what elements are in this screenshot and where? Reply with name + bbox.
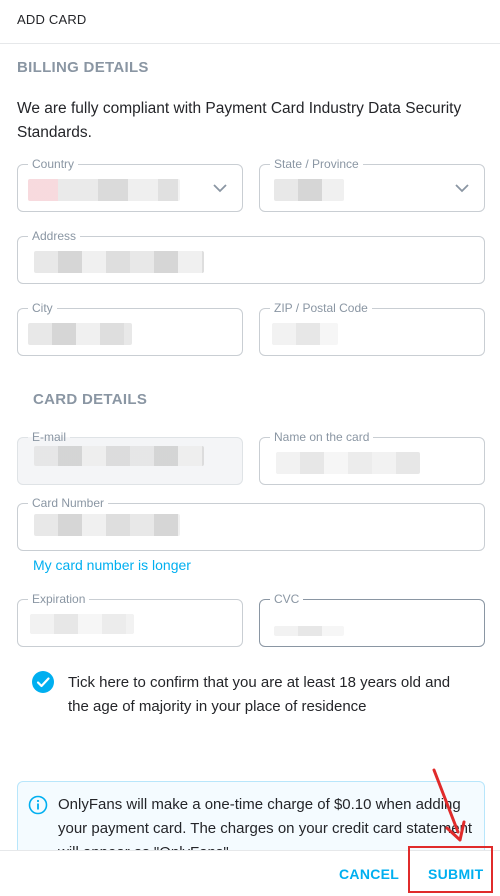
city-value-redacted (28, 323, 132, 345)
card-section-title: CARD DETAILS (33, 391, 148, 408)
dialog-header: ADD CARD (0, 0, 500, 44)
country-select[interactable]: Country (17, 157, 243, 212)
address-value-redacted (34, 251, 204, 273)
name-on-card-label: Name on the card (270, 430, 374, 444)
cvc-label: CVC (270, 592, 304, 606)
card-number-field[interactable]: Card Number (17, 496, 485, 551)
state-value-redacted (274, 179, 344, 201)
country-value-redacted (28, 179, 180, 201)
billing-section-title: BILLING DETAILS (17, 59, 149, 76)
state-label: State / Province (270, 157, 363, 171)
chevron-down-icon (213, 184, 227, 193)
city-label: City (28, 301, 57, 315)
cvc-field[interactable]: CVC (259, 592, 485, 647)
age-confirm-checkbox[interactable] (32, 671, 54, 693)
zip-value-redacted (272, 323, 338, 345)
zip-label: ZIP / Postal Code (270, 301, 372, 315)
expiration-value-redacted (30, 614, 134, 634)
compliance-text: We are fully compliant with Payment Card… (17, 100, 462, 141)
dialog-title: ADD CARD (17, 12, 87, 27)
age-confirm-text: Tick here to confirm that you are at lea… (68, 674, 451, 715)
card-number-label: Card Number (28, 496, 109, 510)
submit-highlight-box: SUBMIT (408, 846, 493, 893)
cvc-value-redacted (274, 626, 344, 636)
email-label: E-mail (28, 430, 71, 444)
zip-field[interactable]: ZIP / Postal Code (259, 301, 485, 356)
email-value-redacted (34, 446, 204, 466)
annotation-arrow-icon (432, 768, 466, 842)
cancel-button[interactable]: CANCEL (339, 866, 399, 882)
expiration-field[interactable]: Expiration (17, 592, 243, 647)
address-label: Address (28, 229, 81, 243)
name-on-card-field[interactable]: Name on the card (259, 430, 485, 485)
chevron-down-icon (455, 184, 469, 193)
checkmark-icon (36, 677, 50, 688)
dialog-footer: CANCEL SUBMIT (0, 846, 500, 896)
submit-button[interactable]: SUBMIT (428, 866, 483, 882)
info-icon (28, 795, 48, 815)
city-field[interactable]: City (17, 301, 243, 356)
address-field[interactable]: Address (17, 229, 485, 284)
state-select[interactable]: State / Province (259, 157, 485, 212)
name-value-redacted (276, 452, 420, 474)
country-label: Country (28, 157, 79, 171)
card-number-value-redacted (34, 514, 180, 536)
expiration-label: Expiration (28, 592, 90, 606)
email-field[interactable]: E-mail (17, 430, 243, 485)
card-number-longer-link[interactable]: My card number is longer (33, 557, 191, 573)
